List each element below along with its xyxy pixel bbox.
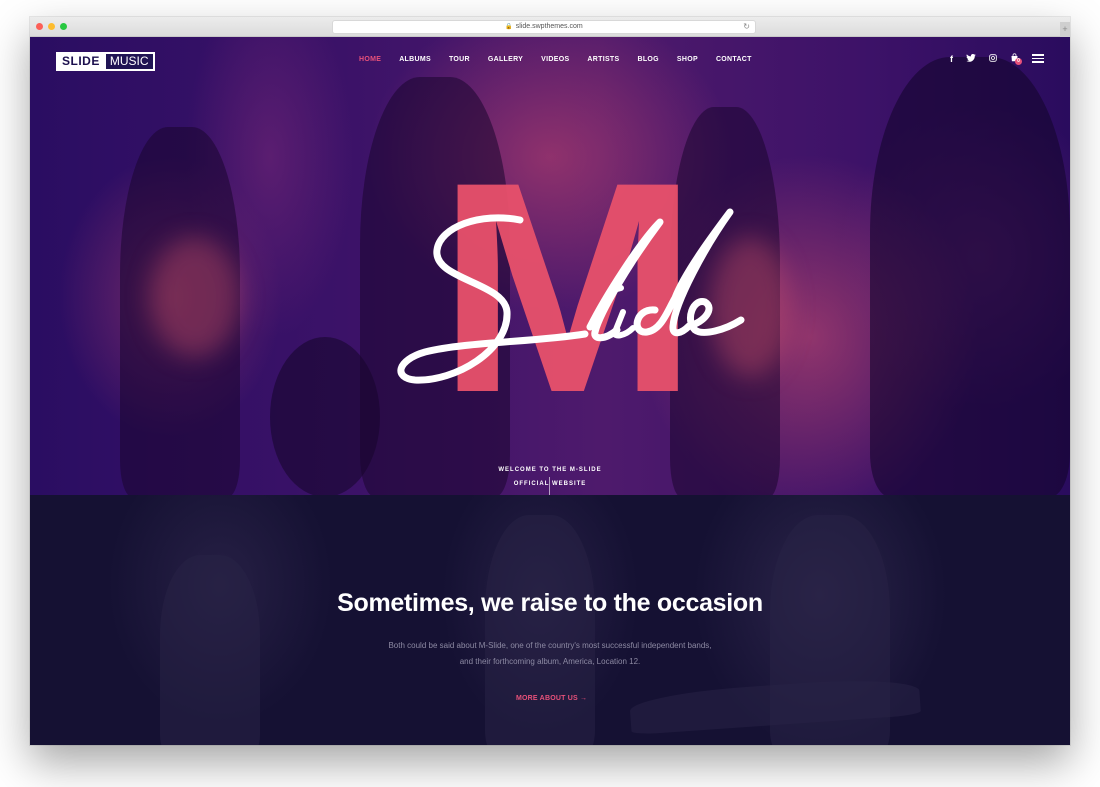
welcome-line-2: OFFICIAL WEBSITE (513, 481, 587, 487)
main-navbar: SLIDE MUSIC HOME ALBUMS TOUR GALLERY VID… (30, 37, 1070, 85)
browser-window: 🔒 slide.swpthemes.com ↻ + SLIDE MUSIC HOM… (30, 17, 1070, 745)
hero-section: SLIDE MUSIC HOME ALBUMS TOUR GALLERY VID… (30, 37, 1070, 495)
twitter-icon[interactable] (966, 53, 976, 64)
nav-item-gallery[interactable]: GALLERY (488, 56, 523, 63)
hero-script-logo (397, 208, 745, 384)
hamburger-menu-icon[interactable] (1032, 54, 1044, 63)
more-about-us-link[interactable]: MORE ABOUT US → (516, 695, 587, 702)
about-body: Both could be said about M-Slide, one of… (388, 641, 712, 666)
nav-item-albums[interactable]: ALBUMS (399, 56, 431, 63)
nav-menu: HOME ALBUMS TOUR GALLERY VIDEOS ARTISTS … (359, 56, 770, 63)
minimize-window-button[interactable] (48, 23, 55, 30)
nav-item-blog[interactable]: BLOG (637, 56, 658, 63)
window-controls (36, 23, 67, 30)
facebook-icon[interactable]: f (950, 54, 953, 64)
site-logo[interactable]: SLIDE MUSIC (56, 52, 155, 71)
nav-item-shop[interactable]: SHOP (677, 56, 698, 63)
about-photo-figure (485, 515, 595, 745)
hero-photo-figure (870, 57, 1070, 495)
lock-icon: 🔒 (505, 24, 513, 30)
maximize-window-button[interactable] (60, 23, 67, 30)
nav-item-artists[interactable]: ARTISTS (587, 56, 619, 63)
url-text: slide.swpthemes.com (515, 23, 583, 30)
logo-music: MUSIC (103, 54, 153, 69)
new-tab-button[interactable]: + (1060, 22, 1070, 37)
address-bar[interactable]: 🔒 slide.swpthemes.com ↻ (332, 20, 756, 34)
close-window-button[interactable] (36, 23, 43, 30)
cart-count-badge: 0 (1015, 58, 1022, 65)
about-heading: Sometimes, we raise to the occasion (337, 589, 763, 617)
arrow-right-icon: → (580, 695, 588, 702)
logo-slide: SLIDE (58, 54, 104, 69)
reload-icon[interactable]: ↻ (743, 21, 750, 33)
nav-item-home[interactable]: HOME (359, 56, 381, 63)
about-photo-figure (160, 555, 260, 745)
nav-item-contact[interactable]: CONTACT (716, 56, 752, 63)
more-about-us-label: MORE ABOUT US (516, 695, 578, 702)
header-icons: f 0 (950, 53, 1044, 65)
hero-photo-light (150, 237, 240, 357)
about-section: Sometimes, we raise to the occasion Both… (30, 495, 1070, 745)
cart-icon[interactable]: 0 (1010, 53, 1022, 65)
nav-item-videos[interactable]: VIDEOS (541, 56, 569, 63)
nav-item-tour[interactable]: TOUR (449, 56, 470, 63)
welcome-line-1: WELCOME TO THE M-SLIDE (498, 467, 602, 473)
hero-welcome-text: WELCOME TO THE M-SLIDE OFFICIAL WEBSITE (450, 463, 650, 491)
browser-titlebar: 🔒 slide.swpthemes.com ↻ + (30, 17, 1070, 37)
instagram-icon[interactable] (989, 53, 997, 64)
